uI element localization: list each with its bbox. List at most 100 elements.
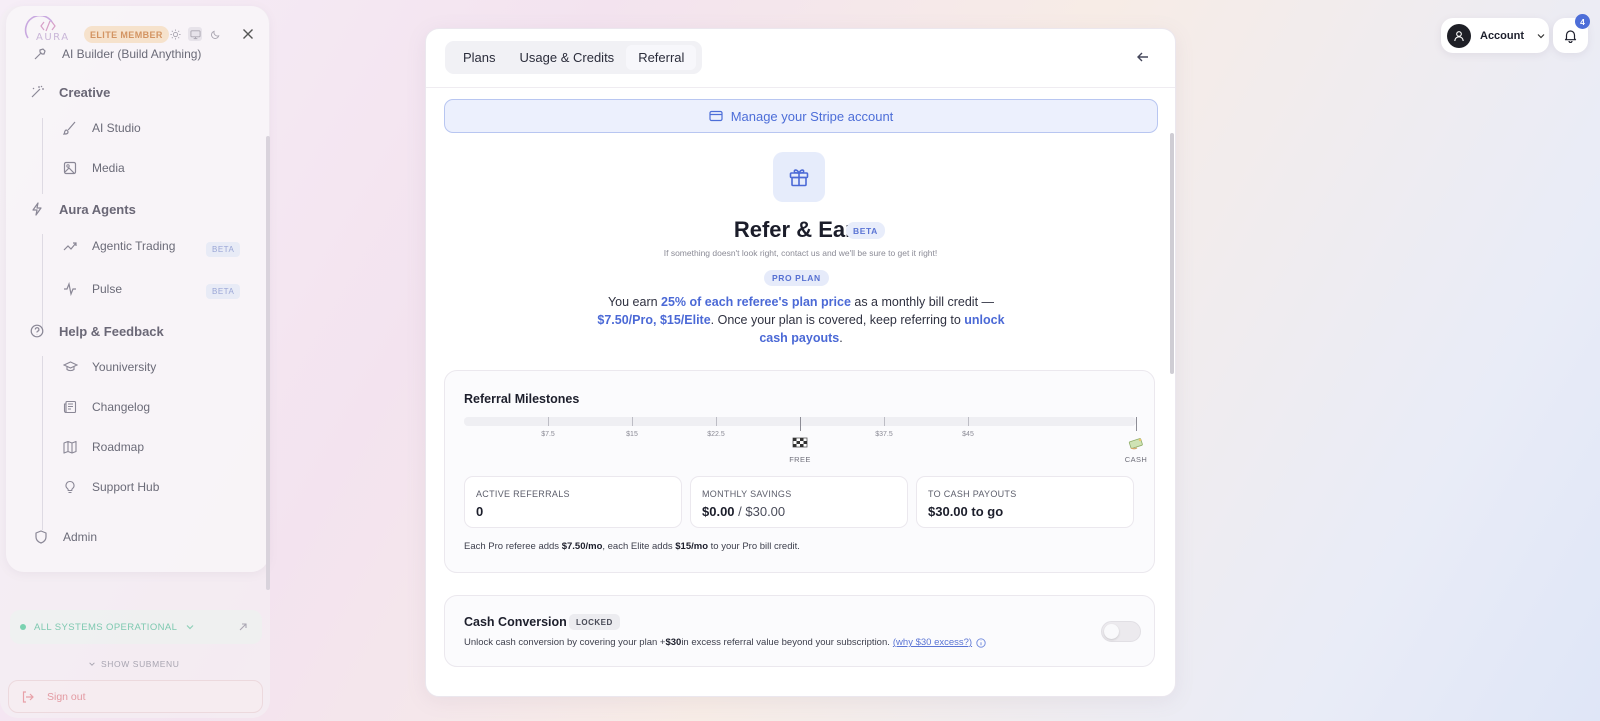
show-submenu-button[interactable]: SHOW SUBMENU — [88, 659, 180, 669]
cash-conversion-card: Cash Conversion LOCKED Unlock cash conve… — [444, 595, 1155, 667]
tabs-bar: Plans Usage & Credits Referral — [426, 29, 1175, 88]
earn-highlight: 25% of each referee's plan price — [661, 295, 851, 309]
sidebar-item-admin[interactable]: Admin — [33, 529, 97, 545]
sidebar-item-ai-studio[interactable]: AI Studio — [62, 120, 141, 136]
tab-usage-credits[interactable]: Usage & Credits — [508, 45, 627, 70]
tab-list: Plans Usage & Credits Referral — [445, 41, 703, 74]
earn-text: You earn — [607, 295, 662, 309]
aura-logo[interactable]: AURA — [22, 16, 70, 46]
bell-icon — [1563, 28, 1578, 43]
milestone-tick — [968, 417, 969, 426]
cash-conversion-title: Cash Conversion — [464, 615, 567, 629]
status-dot — [20, 624, 26, 630]
sidebar-section-label: Creative — [59, 84, 111, 100]
sign-out-button[interactable]: Sign out — [8, 680, 263, 713]
sidebar-item-roadmap[interactable]: Roadmap — [62, 439, 144, 455]
beta-badge: BETA — [846, 222, 885, 239]
sidebar-item-label: Support Hub — [92, 480, 160, 494]
sidebar-section-aura-agents[interactable]: Aura Agents — [29, 201, 136, 217]
moon-icon[interactable] — [208, 27, 222, 41]
milestone-tick-label: $45 — [962, 431, 974, 438]
checkered-flag-icon — [792, 437, 808, 451]
sidebar-item-support-hub[interactable]: Support Hub — [62, 479, 159, 495]
milestone-tick-label: $22.5 — [707, 431, 725, 438]
status-text: ALL SYSTEMS OPERATIONAL — [34, 621, 178, 633]
account-button[interactable]: Account — [1441, 18, 1549, 53]
stat-active-referrals: ACTIVE REFERRALS 0 — [464, 476, 682, 528]
sidebar-item-media[interactable]: Media — [62, 160, 125, 176]
stat-value: 0 — [476, 504, 483, 519]
sidebar-item-pulse[interactable]: Pulse — [62, 281, 122, 297]
stat-label: MONTHLY SAVINGS — [702, 489, 792, 499]
milestone-tick-label: $15 — [626, 431, 638, 438]
tab-plans[interactable]: Plans — [451, 45, 508, 70]
sidebar-section-label: Help & Feedback — [59, 323, 164, 339]
earn-text: . Once your plan is covered, keep referr… — [710, 313, 965, 327]
help-icon — [29, 323, 45, 339]
wand-icon — [29, 84, 45, 100]
external-link-icon[interactable] — [238, 622, 248, 632]
sidebar-item-ai-builder[interactable]: AI Builder (Build Anything) — [32, 46, 201, 62]
shield-icon — [33, 529, 49, 545]
sidebar-section-label: Aura Agents — [59, 201, 136, 217]
sidebar-item-label: Admin — [63, 530, 98, 544]
chevron-down-icon — [89, 662, 95, 666]
locked-badge: LOCKED — [569, 614, 620, 630]
referral-milestones-card: Referral Milestones $7.5 $15 $22.5 FREE $37.… — [444, 370, 1155, 573]
cash-conversion-description: Unlock cash conversion by covering your … — [464, 637, 986, 648]
monitor-icon[interactable] — [188, 27, 202, 41]
close-icon[interactable] — [240, 26, 256, 42]
desc-text: in excess referral value beyond your sub… — [681, 637, 890, 648]
milestone-tick-label: $37.5 — [875, 431, 893, 438]
image-icon — [62, 160, 78, 176]
stat-label: ACTIVE REFERRALS — [476, 489, 570, 499]
earn-text: . — [839, 331, 843, 345]
gift-icon — [773, 152, 825, 202]
chevron-down-icon — [185, 622, 195, 632]
sun-icon[interactable] — [168, 27, 182, 41]
milestone-tick — [1136, 417, 1137, 431]
user-icon — [1447, 23, 1471, 48]
chevron-down-icon — [1536, 31, 1546, 41]
sidebar-section-help[interactable]: Help & Feedback — [29, 323, 164, 339]
graduation-icon — [62, 359, 78, 375]
sidebar-item-changelog[interactable]: Changelog — [62, 399, 150, 415]
note-text: , each Elite adds — [602, 541, 676, 552]
note-bold: $7.50/mo — [561, 541, 603, 552]
page-subtitle: If something doesn't look right, contact… — [663, 248, 938, 258]
milestone-tick — [800, 417, 801, 431]
stat-label: TO CASH PAYOUTS — [928, 489, 1017, 499]
sidebar-item-youniversity[interactable]: Youniversity — [62, 359, 156, 375]
money-icon — [1128, 437, 1144, 451]
stat-value-main: 0 — [476, 504, 484, 519]
earn-highlight: $7.50/Pro, $15/Elite — [597, 313, 711, 327]
hammer-icon — [32, 46, 48, 62]
notification-count: 4 — [1575, 14, 1590, 29]
main-scrollbar[interactable] — [1170, 133, 1174, 374]
info-icon[interactable] — [976, 637, 986, 648]
stat-monthly-savings: MONTHLY SAVINGS $0.00 / $30.00 — [690, 476, 908, 528]
newspaper-icon — [62, 399, 78, 415]
tab-referral[interactable]: Referral — [626, 45, 697, 70]
cash-conversion-toggle[interactable] — [1101, 621, 1141, 642]
milestone-tick — [548, 417, 549, 426]
desc-text: Unlock cash conversion by covering your … — [464, 637, 666, 648]
sidebar-item-label: Media — [92, 161, 125, 175]
stat-value-main: $30.00 to go — [928, 504, 1004, 519]
milestones-note: Each Pro referee adds $7.50/mo, each Eli… — [464, 541, 800, 552]
pulse-icon — [62, 281, 78, 297]
sidebar-section-creative[interactable]: Creative — [29, 84, 110, 100]
system-status[interactable]: ALL SYSTEMS OPERATIONAL — [10, 610, 262, 644]
desc-bold: $30 — [665, 637, 682, 648]
notifications-button[interactable]: 4 — [1553, 14, 1590, 53]
stat-value: $0.00 / $30.00 — [702, 504, 785, 519]
sidebar-scrollbar[interactable] — [266, 136, 270, 590]
sidebar-panel: AURA ELITE MEMBER AI Builder (Build Anyt… — [6, 6, 269, 572]
map-icon — [62, 439, 78, 455]
sign-out-label: Sign out — [47, 690, 86, 703]
theme-switcher — [168, 27, 222, 41]
why-excess-link[interactable]: (why $30 excess?) — [893, 637, 972, 648]
manage-stripe-button[interactable]: Manage your Stripe account — [444, 99, 1158, 133]
credit-card-icon — [709, 109, 723, 123]
back-arrow-icon[interactable] — [1135, 49, 1151, 65]
